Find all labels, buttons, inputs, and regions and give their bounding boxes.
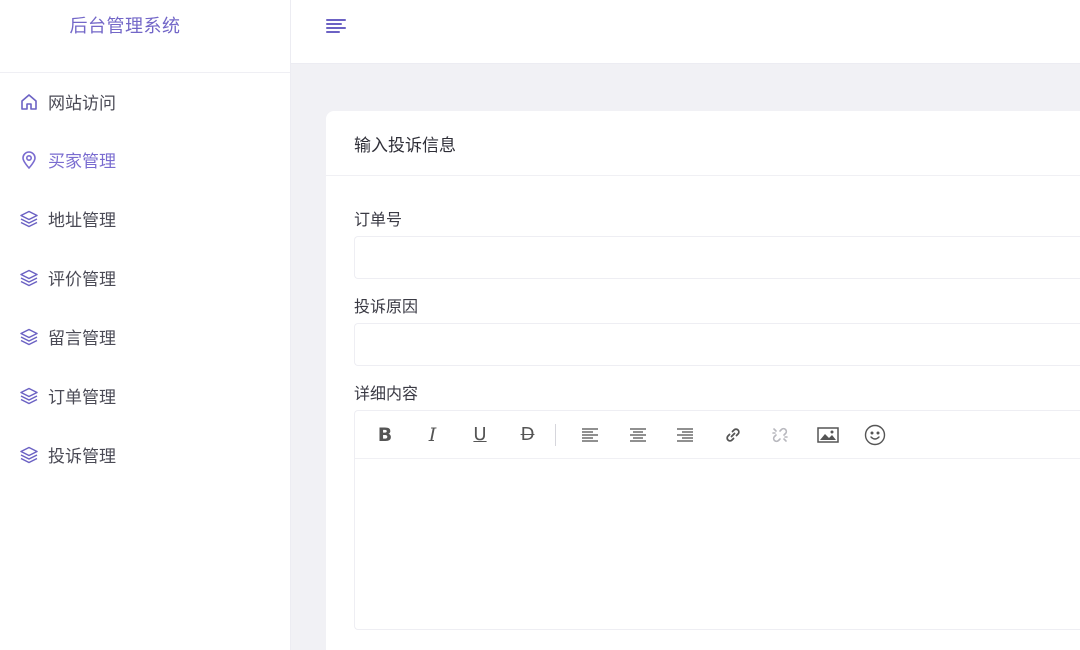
italic-button[interactable]: I [417, 419, 449, 451]
sidebar-item-label: 地址管理 [48, 211, 116, 231]
sidebar-item-messages[interactable]: 留言管理 [0, 307, 290, 366]
unlink-icon[interactable] [764, 419, 796, 451]
sidebar-menu: 网站访问 买家管理 地址管理 评价管理 留言管理 订单管理 投诉管理 [0, 73, 290, 484]
emoji-icon[interactable] [859, 419, 891, 451]
location-pin-icon [18, 149, 40, 171]
complaint-reason-label: 投诉原因 [354, 297, 419, 316]
app-title: 后台管理系统 [69, 16, 181, 37]
order-number-input[interactable] [354, 236, 1080, 279]
brand-header: 后台管理系统 [0, 0, 290, 73]
align-right-icon[interactable] [669, 419, 701, 451]
align-left-icon[interactable] [574, 419, 606, 451]
sidebar-item-complaints[interactable]: 投诉管理 [0, 425, 290, 484]
order-number-label: 订单号 [354, 210, 403, 229]
sidebar-item-reviews[interactable]: 评价管理 [0, 248, 290, 307]
layers-icon [18, 267, 40, 289]
hamburger-menu-icon[interactable] [325, 16, 347, 36]
complaint-form: 订单号 投诉原因 详细内容 B I U D [326, 206, 1080, 630]
layers-icon [18, 444, 40, 466]
sidebar-item-label: 评价管理 [48, 270, 116, 290]
detail-content-label: 详细内容 [354, 384, 419, 403]
card-title: 输入投诉信息 [354, 135, 456, 156]
editor-toolbar: B I U D [355, 411, 1080, 459]
complaint-form-card: 输入投诉信息 订单号 投诉原因 详细内容 B I U D [326, 111, 1080, 650]
sidebar-item-label: 订单管理 [48, 388, 116, 408]
image-icon[interactable] [812, 419, 844, 451]
home-icon [18, 91, 40, 113]
top-header [291, 0, 1080, 64]
layers-icon [18, 385, 40, 407]
sidebar-item-label: 投诉管理 [48, 447, 116, 467]
align-center-icon[interactable] [622, 419, 654, 451]
sidebar-item-addresses[interactable]: 地址管理 [0, 189, 290, 248]
toolbar-divider [555, 423, 556, 446]
layers-icon [18, 208, 40, 230]
sidebar-item-site-visits[interactable]: 网站访问 [0, 73, 290, 130]
underline-button[interactable]: U [464, 419, 496, 451]
sidebar-item-label: 买家管理 [48, 152, 116, 172]
strikethrough-button[interactable]: D [512, 419, 544, 451]
sidebar-item-buyers[interactable]: 买家管理 [0, 130, 290, 189]
rich-text-editor: B I U D [354, 410, 1080, 630]
layers-icon [18, 326, 40, 348]
editor-content-area[interactable] [355, 459, 1080, 629]
complaint-reason-input[interactable] [354, 323, 1080, 366]
sidebar-item-label: 网站访问 [48, 94, 116, 114]
bold-button[interactable]: B [369, 419, 401, 451]
sidebar-item-orders[interactable]: 订单管理 [0, 366, 290, 425]
sidebar: 后台管理系统 网站访问 买家管理 地址管理 评价管理 留言管理 订单管理 投诉管… [0, 0, 291, 650]
app-root: 后台管理系统 网站访问 买家管理 地址管理 评价管理 留言管理 订单管理 投诉管… [0, 0, 1080, 650]
sidebar-item-label: 留言管理 [48, 329, 116, 349]
link-icon[interactable] [717, 419, 749, 451]
card-header: 输入投诉信息 [326, 111, 1080, 176]
main-content: 输入投诉信息 订单号 投诉原因 详细内容 B I U D [291, 64, 1080, 650]
